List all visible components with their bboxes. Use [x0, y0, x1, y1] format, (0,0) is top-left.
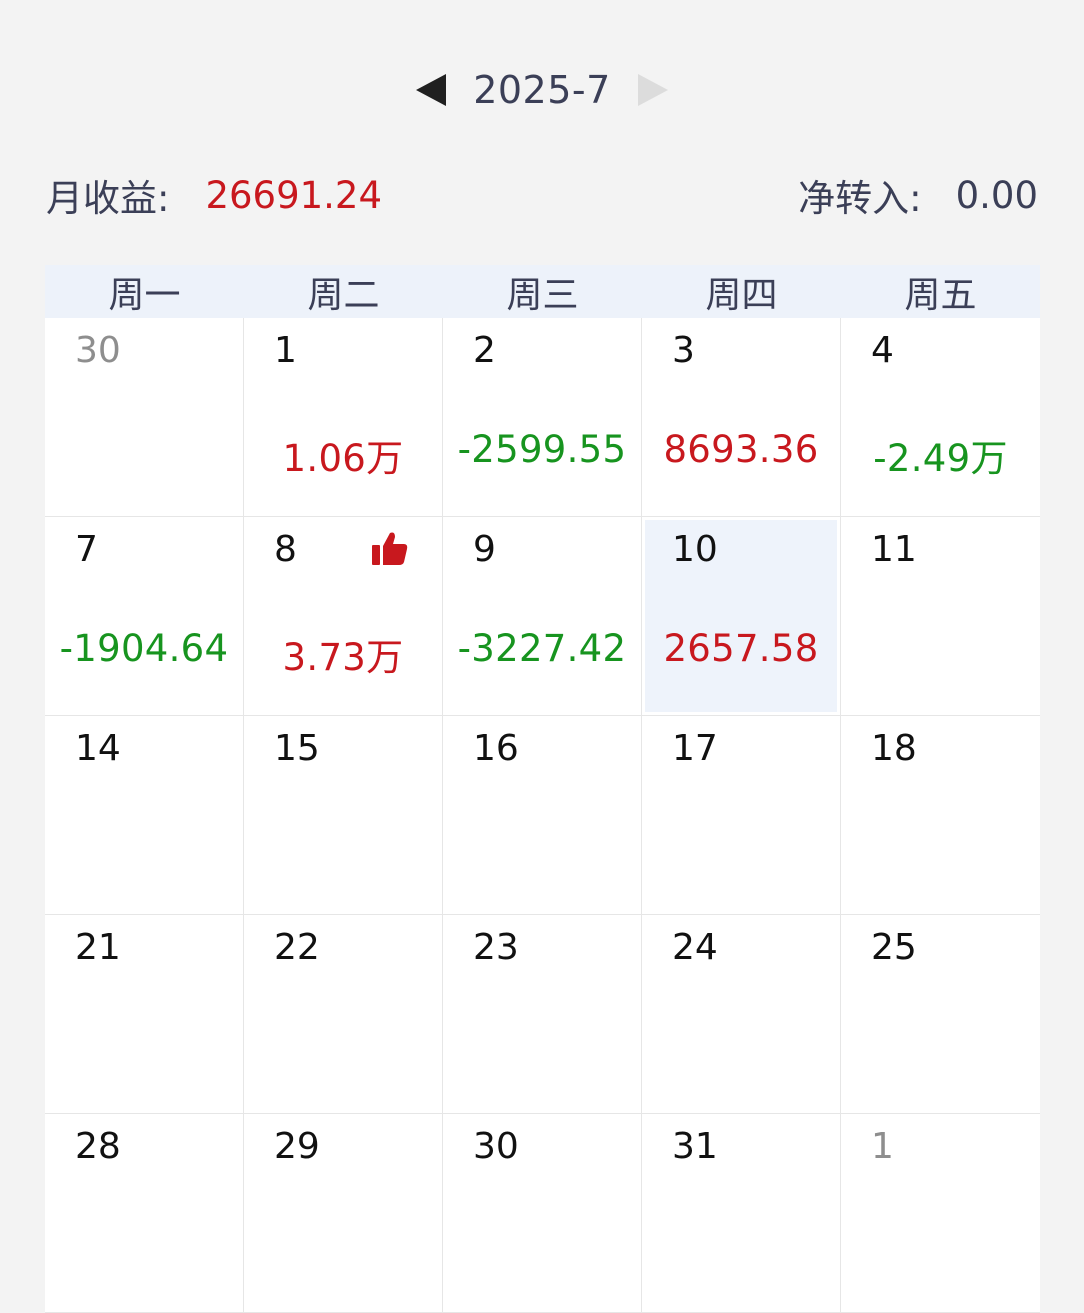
- day-number: 30: [75, 330, 121, 371]
- calendar-day-cell[interactable]: 4 -2.49万: [841, 318, 1040, 517]
- calendar-grid: 30 1 1.06万 2 -2599.55 3 8693.36 4 -2.49万 7 -1904.6…: [45, 318, 1040, 1313]
- day-number: 28: [75, 1126, 121, 1167]
- calendar-day-cell[interactable]: 17: [642, 716, 841, 915]
- day-profit-value: -3227.42: [457, 627, 627, 670]
- calendar-day-cell[interactable]: 24: [642, 915, 841, 1114]
- calendar-day-cell[interactable]: 1: [841, 1114, 1040, 1313]
- day-number: 7: [75, 529, 98, 570]
- calendar-day-cell[interactable]: 15: [244, 716, 443, 915]
- calendar-day-cell[interactable]: 28: [45, 1114, 244, 1313]
- calendar-day-cell[interactable]: 29: [244, 1114, 443, 1313]
- profit-calendar: 周一 周二 周三 周四 周五 30 1 1.06万 2 -2599.55 3 8693.36…: [45, 265, 1040, 1313]
- calendar-day-cell[interactable]: 31: [642, 1114, 841, 1313]
- month-navigator: 2025-7: [0, 62, 1084, 118]
- day-profit-value: 2657.58: [663, 627, 819, 670]
- weekday-tue: 周二: [307, 274, 380, 316]
- calendar-day-cell[interactable]: 16: [443, 716, 642, 915]
- monthly-income-value: 26691.24: [205, 173, 383, 217]
- calendar-day-cell[interactable]: 23: [443, 915, 642, 1114]
- calendar-day-cell[interactable]: 18: [841, 716, 1040, 915]
- prev-month-button[interactable]: [403, 62, 459, 118]
- day-number: 10: [672, 529, 718, 570]
- day-number: 17: [672, 728, 718, 769]
- day-number: 1: [274, 330, 297, 371]
- day-number: 21: [75, 927, 121, 968]
- triangle-left-icon: [416, 74, 447, 106]
- day-number: 2: [473, 330, 496, 371]
- current-month-label: 2025-7: [473, 68, 611, 112]
- day-number: 25: [871, 927, 917, 968]
- monthly-income: 月收益: 26691.24: [46, 168, 382, 222]
- weekday-mon: 周一: [108, 274, 181, 316]
- monthly-income-label: 月收益:: [46, 177, 170, 220]
- day-number: 30: [473, 1126, 519, 1167]
- day-profit-value: -2599.55: [457, 428, 627, 471]
- monthly-summary: 月收益: 26691.24 净转入: 0.00: [46, 168, 1040, 222]
- weekday-wed: 周三: [506, 274, 579, 316]
- day-number: 23: [473, 927, 519, 968]
- day-number: 4: [871, 330, 894, 371]
- net-transfer-value: 0.00: [955, 173, 1038, 217]
- weekday-header: 周一 周二 周三 周四 周五: [45, 265, 1040, 318]
- calendar-day-cell[interactable]: 1 1.06万: [244, 318, 443, 517]
- day-number: 11: [871, 529, 917, 570]
- net-transfer-label: 净转入:: [798, 177, 922, 220]
- day-number: 8: [274, 529, 297, 570]
- day-number: 9: [473, 529, 496, 570]
- calendar-day-cell[interactable]: 9 -3227.42: [443, 517, 642, 716]
- thumbs-up-icon: [370, 529, 410, 569]
- day-profit-value: 1.06万: [282, 437, 404, 480]
- calendar-day-cell[interactable]: 7 -1904.64: [45, 517, 244, 716]
- day-number: 22: [274, 927, 320, 968]
- calendar-day-cell[interactable]: 11: [841, 517, 1040, 716]
- calendar-day-cell[interactable]: 14: [45, 716, 244, 915]
- day-number: 16: [473, 728, 519, 769]
- calendar-day-cell[interactable]: 22: [244, 915, 443, 1114]
- day-number: 18: [871, 728, 917, 769]
- weekday-thu: 周四: [705, 274, 778, 316]
- day-number: 14: [75, 728, 121, 769]
- triangle-right-icon: [637, 74, 668, 106]
- day-number: 3: [672, 330, 695, 371]
- next-month-button[interactable]: [625, 62, 681, 118]
- calendar-day-cell[interactable]: 21: [45, 915, 244, 1114]
- day-number: 24: [672, 927, 718, 968]
- day-number: 29: [274, 1126, 320, 1167]
- calendar-day-cell[interactable]: 10 2657.58: [642, 517, 841, 716]
- calendar-day-cell[interactable]: 30: [45, 318, 244, 517]
- day-number: 31: [672, 1126, 718, 1167]
- day-profit-value: -2.49万: [873, 437, 1008, 480]
- day-profit-value: 8693.36: [663, 428, 819, 471]
- day-number: 15: [274, 728, 320, 769]
- weekday-fri: 周五: [904, 274, 977, 316]
- day-profit-value: -1904.64: [59, 627, 229, 670]
- calendar-day-cell[interactable]: 25: [841, 915, 1040, 1114]
- calendar-day-cell[interactable]: 3 8693.36: [642, 318, 841, 517]
- day-profit-value: 3.73万: [282, 636, 404, 679]
- calendar-day-cell[interactable]: 30: [443, 1114, 642, 1313]
- net-transfer: 净转入: 0.00: [798, 168, 1038, 222]
- calendar-day-cell[interactable]: 8 3.73万: [244, 517, 443, 716]
- calendar-day-cell[interactable]: 2 -2599.55: [443, 318, 642, 517]
- day-number: 1: [871, 1126, 894, 1167]
